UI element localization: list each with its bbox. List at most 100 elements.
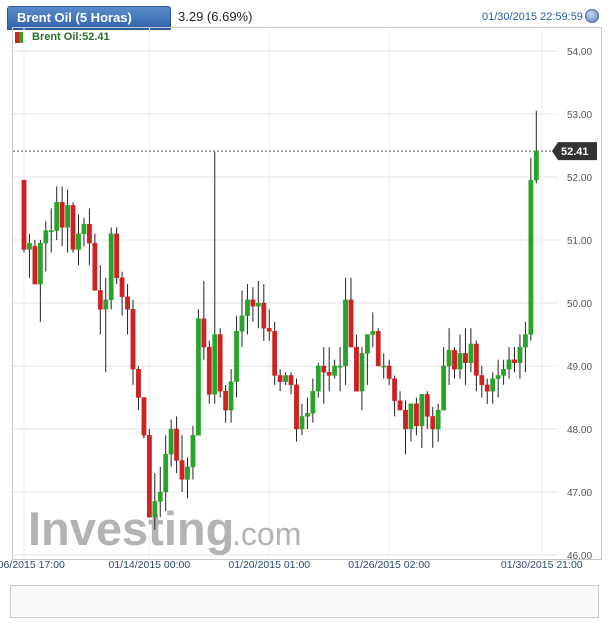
candle-body — [130, 309, 136, 370]
candle-body — [228, 381, 234, 411]
x-tick-label: 01/20/2015 01:00 — [228, 559, 310, 571]
candle-body — [234, 331, 239, 382]
candle-body — [343, 299, 348, 367]
legend: Brent Oil:52.41 — [15, 30, 110, 44]
candle-body — [457, 353, 463, 370]
candle — [277, 369, 283, 392]
candle — [364, 334, 370, 385]
candle-body — [397, 400, 403, 411]
candle-body — [206, 346, 212, 395]
candle-body — [533, 150, 539, 181]
candle-body — [283, 375, 288, 382]
candle-body — [185, 466, 190, 480]
x-tick-label: 01/06/2015 17:00 — [0, 559, 65, 571]
candle-body — [424, 394, 430, 417]
candle — [354, 334, 359, 392]
x-tick-label: 01/30/2015 21:00 — [501, 559, 583, 571]
candle-body — [495, 375, 501, 379]
candle-body — [468, 343, 474, 364]
time-navigator[interactable] — [10, 585, 599, 618]
candle-body — [212, 334, 218, 395]
last-price-tag-label: 52.41 — [561, 146, 589, 158]
candle-body — [125, 296, 130, 310]
candle — [326, 347, 332, 392]
candle — [195, 309, 201, 436]
candle-body — [305, 413, 310, 417]
candle — [288, 372, 294, 395]
candle — [528, 158, 534, 341]
y-tick-label: 51.00 — [567, 236, 592, 247]
candle-body — [364, 334, 370, 354]
candle — [255, 280, 261, 329]
candle-body — [157, 491, 163, 502]
candle — [234, 315, 239, 398]
candle-body — [315, 365, 321, 392]
candle-body — [146, 435, 152, 518]
candle-body — [435, 409, 441, 430]
candle-body — [441, 365, 447, 411]
x-tick-label: 01/26/2015 02:00 — [348, 559, 430, 571]
candle — [250, 287, 256, 322]
candle-body — [321, 365, 327, 373]
candle — [310, 378, 316, 423]
candle — [403, 400, 408, 455]
candle-body — [65, 205, 71, 228]
candle-body — [332, 365, 338, 376]
legend-label: Brent Oil:52.41 — [32, 31, 110, 43]
candle-body — [370, 331, 376, 335]
y-tick-label: 50.00 — [567, 299, 592, 310]
candle-body — [168, 428, 174, 455]
candle — [294, 378, 299, 442]
candle — [81, 217, 87, 247]
candle — [245, 284, 250, 335]
candle — [463, 328, 468, 385]
candle-body — [255, 302, 261, 307]
candle — [375, 328, 381, 367]
candle — [103, 277, 109, 373]
candle-body — [81, 224, 87, 234]
candle — [533, 110, 539, 184]
candle — [217, 328, 223, 398]
candle-body — [517, 346, 523, 364]
candle-body — [76, 233, 81, 250]
candle-body — [152, 501, 158, 518]
candle — [392, 375, 397, 417]
candle — [381, 353, 387, 379]
candle — [48, 208, 54, 253]
candle-body — [250, 299, 256, 307]
candle — [299, 403, 305, 436]
candle-body — [523, 334, 528, 348]
candle-body — [375, 331, 381, 367]
candle — [321, 347, 327, 404]
candle-body — [119, 277, 125, 297]
candle — [86, 208, 92, 266]
candle — [397, 391, 403, 411]
y-tick-label: 53.00 — [567, 110, 592, 121]
candle-body — [359, 353, 365, 392]
x-tick-label: 01/14/2015 00:00 — [108, 559, 190, 571]
price-chart: 46.0047.0048.0049.0050.0051.0052.0053.00… — [0, 28, 597, 615]
candle-body — [381, 365, 387, 368]
candle-body — [70, 205, 76, 250]
candle — [65, 189, 71, 253]
candle-body — [419, 394, 425, 427]
candle — [141, 397, 147, 439]
candle — [337, 347, 343, 392]
candle-body — [506, 359, 512, 370]
candle — [283, 372, 288, 385]
candle-body — [473, 343, 479, 376]
y-tick-label: 47.00 — [567, 488, 592, 499]
candle-body — [392, 378, 397, 401]
candle-body — [48, 230, 54, 232]
candle — [190, 425, 196, 480]
candle — [70, 202, 76, 253]
candle — [517, 334, 523, 379]
candle — [136, 366, 141, 411]
candle — [490, 372, 496, 404]
watermark-logo: Investing — [28, 502, 234, 555]
candle — [408, 403, 414, 442]
candle — [305, 397, 310, 429]
candle — [37, 240, 43, 322]
candle-body — [59, 201, 65, 228]
candle — [315, 362, 321, 398]
